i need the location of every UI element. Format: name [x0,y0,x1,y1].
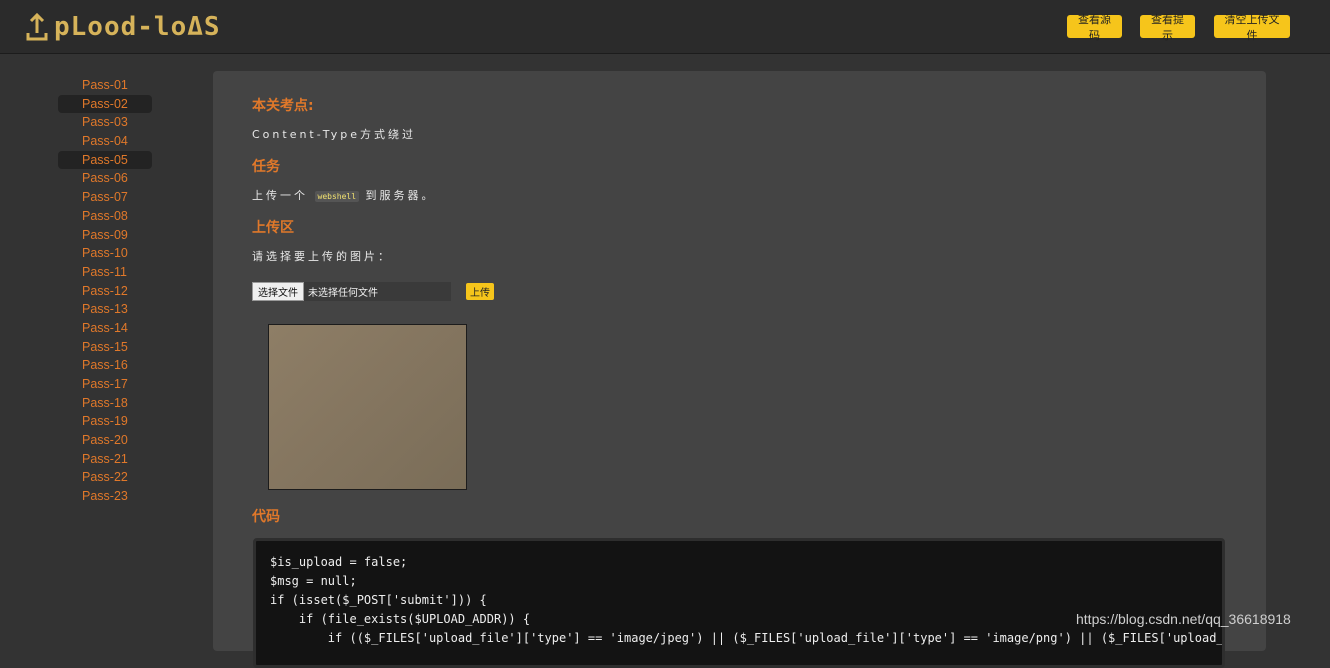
sidebar-item-pass-11[interactable]: Pass-11 [58,263,152,282]
code-line: $is_upload = false; [270,555,408,569]
sidebar-item-pass-10[interactable]: Pass-10 [58,244,152,263]
sidebar-item-pass-14[interactable]: Pass-14 [58,319,152,338]
key-points-title: 本关考点: [252,98,314,114]
sidebar-item-pass-02[interactable]: Pass-02 [58,94,152,114]
site-logo[interactable]: pLood-loΔS [26,10,221,44]
task-prefix: 上传一个 [252,189,308,202]
sidebar-item-pass-07[interactable]: Pass-07 [58,188,152,207]
task-suffix: 到服务器。 [365,189,436,202]
sidebar-item-pass-01[interactable]: Pass-01 [58,76,152,95]
upload-button[interactable]: 上传 [466,283,494,300]
code-block: $is_upload = false; $msg = null; if (isset… [253,538,1225,668]
task-text: 上传一个 webshell 到服务器。 [252,187,436,203]
code-line: if (($_FILES['upload_file']['type'] == '… [270,631,1225,645]
top-bar: pLood-loΔS 查看源码 查看提示 清空上传文件 [0,0,1330,54]
code-line: $msg = null; [270,574,357,588]
upload-arrow-icon [26,13,48,41]
sidebar-item-pass-03[interactable]: Pass-03 [58,113,152,132]
sidebar-item-pass-06[interactable]: Pass-06 [58,169,152,188]
sidebar-item-pass-22[interactable]: Pass-22 [58,468,152,487]
sidebar-item-pass-18[interactable]: Pass-18 [58,394,152,413]
sidebar-item-pass-23[interactable]: Pass-23 [58,487,152,506]
sidebar-item-pass-20[interactable]: Pass-20 [58,431,152,450]
sidebar-item-pass-09[interactable]: Pass-09 [58,226,152,245]
upload-title: 上传区 [252,220,294,236]
clear-uploads-button[interactable]: 清空上传文件 [1214,13,1290,42]
view-source-button[interactable]: 查看源码 [1067,13,1122,42]
file-input[interactable]: 选择文件 未选择任何文件 [252,282,451,301]
task-title: 任务 [252,159,280,175]
choose-file-button[interactable]: 选择文件 [252,282,304,301]
sidebar-item-pass-15[interactable]: Pass-15 [58,338,152,357]
task-code: webshell [314,190,360,202]
sidebar-item-pass-13[interactable]: Pass-13 [58,300,152,319]
watermark: https://blog.csdn.net/qq_36618918 [1076,611,1291,627]
sidebar-item-pass-04[interactable]: Pass-04 [58,132,152,151]
code-line: if (isset($_POST['submit'])) { [270,593,487,607]
logo-text: pLood-loΔS [54,12,221,42]
code-title: 代码 [252,509,280,525]
sidebar-item-pass-19[interactable]: Pass-19 [58,412,152,431]
key-points-text: Content-Type方式绕过 [252,128,416,141]
view-hint-button[interactable]: 查看提示 [1140,13,1195,42]
main-content: 本关考点: Content-Type方式绕过 任务 上传一个 webshell … [213,71,1266,668]
sidebar-item-pass-16[interactable]: Pass-16 [58,356,152,375]
upload-form: 选择文件 未选择任何文件 上传 [252,282,494,301]
sidebar-nav: Pass-01 Pass-02 Pass-03 Pass-04 Pass-05 Pass-… [58,76,152,506]
sidebar-item-pass-12[interactable]: Pass-12 [58,282,152,301]
file-status: 未选择任何文件 [308,288,378,299]
upload-prompt: 请选择要上传的图片： [252,250,392,263]
image-preview [268,324,467,490]
sidebar-item-pass-08[interactable]: Pass-08 [58,207,152,226]
sidebar-item-pass-21[interactable]: Pass-21 [58,450,152,469]
sidebar-item-pass-05[interactable]: Pass-05 [58,150,152,170]
sidebar-item-pass-17[interactable]: Pass-17 [58,375,152,394]
